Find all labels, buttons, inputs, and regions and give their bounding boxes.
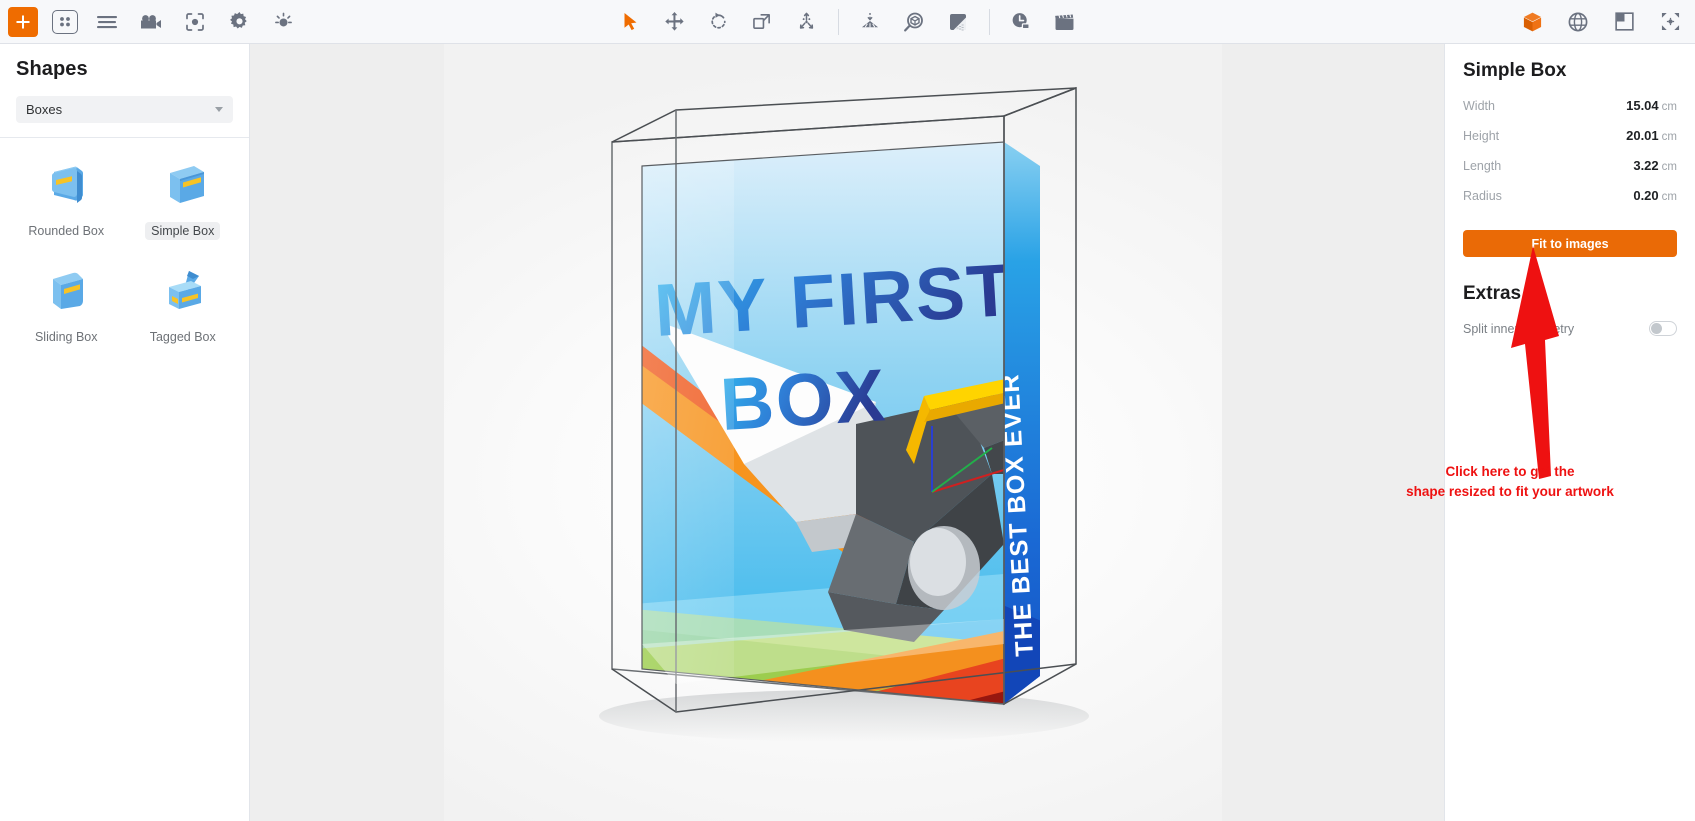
viewport-canvas[interactable]: MY FIRST BOX THE BEST BOX EVER xyxy=(250,44,1444,821)
property-label: Height xyxy=(1463,129,1500,143)
cube-3d-icon[interactable] xyxy=(1517,7,1547,37)
shape-item-sliding-box[interactable]: Sliding Box xyxy=(10,262,123,346)
main-body: Shapes Boxes Rounded Box Simple Box Slid… xyxy=(0,44,1695,821)
extras-title: Extras xyxy=(1463,283,1522,304)
simple-box-icon xyxy=(154,156,212,214)
top-toolbar xyxy=(0,0,1695,44)
sliding-box-icon xyxy=(37,262,95,320)
page-title: Shapes xyxy=(16,58,88,80)
sidebar-header: Shapes Boxes xyxy=(0,44,249,138)
transform-tools-group xyxy=(600,7,838,37)
shape-category-value: Boxes xyxy=(26,102,63,117)
property-row-height: Height 20.01 cm xyxy=(1463,128,1677,158)
property-label: Radius xyxy=(1463,189,1502,203)
property-label: Width xyxy=(1463,99,1495,113)
shape-label: Sliding Box xyxy=(34,330,98,344)
toggle-knob xyxy=(1651,323,1662,334)
image-corner-icon[interactable] xyxy=(1609,7,1639,37)
artwork-title-line2: BOX xyxy=(718,353,889,446)
extras-label: Split inner geometry xyxy=(1463,321,1575,336)
shape-grid: Rounded Box Simple Box Sliding Box Tagge… xyxy=(0,138,249,356)
history-clock-icon[interactable] xyxy=(1006,7,1036,37)
tagged-box-icon xyxy=(154,262,212,320)
property-value[interactable]: 0.20 cm xyxy=(1633,188,1677,203)
timeline-tools-group xyxy=(990,7,1096,37)
property-unit: cm xyxy=(1661,161,1677,173)
property-value[interactable]: 15.04 cm xyxy=(1626,98,1677,113)
shapes-sidebar: Shapes Boxes Rounded Box Simple Box Slid… xyxy=(0,44,250,821)
property-unit: cm xyxy=(1661,191,1677,203)
property-row-width: Width 15.04 cm xyxy=(1463,98,1677,128)
box-3d-render[interactable]: MY FIRST BOX THE BEST BOX EVER xyxy=(444,44,1222,821)
render-page: MY FIRST BOX THE BEST BOX EVER xyxy=(444,44,1222,821)
fit-to-images-button[interactable]: Fit to images xyxy=(1463,230,1677,257)
property-unit: cm xyxy=(1661,131,1677,143)
gear-icon[interactable] xyxy=(224,7,254,37)
toolbar-center-group xyxy=(600,7,1096,37)
shape-item-tagged-box[interactable]: Tagged Box xyxy=(127,262,240,346)
scale-icon[interactable] xyxy=(748,7,778,37)
view-tools-group xyxy=(839,7,989,37)
property-value[interactable]: 3.22 cm xyxy=(1633,158,1677,173)
shape-item-rounded-box[interactable]: Rounded Box xyxy=(10,156,123,240)
property-number: 20.01 xyxy=(1626,128,1659,143)
shape-category-select[interactable]: Boxes xyxy=(16,96,233,123)
shape-item-simple-box[interactable]: Simple Box xyxy=(127,156,240,240)
clapperboard-icon[interactable] xyxy=(1050,7,1080,37)
property-row-radius: Radius 0.20 cm xyxy=(1463,188,1677,218)
sphere-wireframe-icon[interactable] xyxy=(1563,7,1593,37)
property-unit: cm xyxy=(1661,101,1677,113)
list-lines-icon[interactable] xyxy=(92,7,122,37)
perspective-grid-icon[interactable] xyxy=(855,7,885,37)
extras-row-split-inner-geometry: Split inner geometry xyxy=(1463,321,1677,336)
focus-frame-icon[interactable] xyxy=(180,7,210,37)
property-row-length: Length 3.22 cm xyxy=(1463,158,1677,188)
split-inner-geometry-toggle[interactable] xyxy=(1649,321,1677,336)
shape-label: Tagged Box xyxy=(149,330,216,344)
material-swatch-icon[interactable] xyxy=(943,7,973,37)
add-icon[interactable] xyxy=(8,6,38,37)
property-number: 15.04 xyxy=(1626,98,1659,113)
property-number: 3.22 xyxy=(1633,158,1659,173)
inspector-title: Simple Box xyxy=(1463,60,1567,81)
shape-label: Rounded Box xyxy=(28,224,105,238)
toolbar-left-group xyxy=(0,6,298,37)
movie-camera-icon[interactable] xyxy=(136,7,166,37)
select-cursor-icon[interactable] xyxy=(616,7,646,37)
toolbar-right-group xyxy=(1517,7,1685,37)
property-value[interactable]: 20.01 cm xyxy=(1626,128,1677,143)
red-arrow-up-icon xyxy=(1511,246,1559,479)
move-icon[interactable] xyxy=(660,7,690,37)
explode-icon[interactable] xyxy=(792,7,822,37)
fullscreen-icon[interactable] xyxy=(1655,7,1685,37)
rotate-icon[interactable] xyxy=(704,7,734,37)
inspector-panel: Simple Box Width 15.04 cm Height 20.01 cm … xyxy=(1406,44,1695,821)
rounded-box-icon xyxy=(37,156,95,214)
property-label: Length xyxy=(1463,159,1502,173)
property-number: 0.20 xyxy=(1633,188,1659,203)
grid-layout-icon[interactable] xyxy=(52,9,78,34)
app-window: Shapes Boxes Rounded Box Simple Box Slid… xyxy=(0,0,1695,821)
chevron-down-icon xyxy=(215,107,223,112)
inspect-3d-icon[interactable] xyxy=(899,7,929,37)
brightness-icon[interactable] xyxy=(268,7,298,37)
shape-label: Simple Box xyxy=(145,222,221,240)
